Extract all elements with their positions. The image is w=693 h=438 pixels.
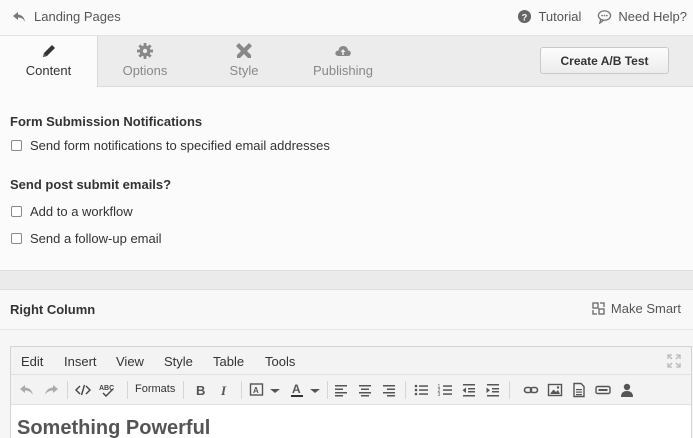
- tab-style[interactable]: Style: [195, 36, 293, 87]
- tab-content[interactable]: Content: [0, 36, 98, 88]
- svg-text:A: A: [253, 386, 259, 395]
- tab-options-label: Options: [122, 63, 168, 78]
- section-divider: [0, 270, 693, 290]
- gear-icon: [137, 43, 153, 59]
- help-links: ? Tutorial Need Help?: [517, 9, 687, 24]
- followup-checkbox[interactable]: [11, 233, 22, 244]
- menu-insert[interactable]: Insert: [64, 354, 97, 369]
- form-widget-icon[interactable]: [595, 382, 611, 398]
- cloud-upload-icon: [335, 46, 351, 56]
- document-icon[interactable]: [571, 382, 587, 398]
- menu-style[interactable]: Style: [164, 354, 193, 369]
- editor-content-heading[interactable]: Something Powerful: [17, 417, 210, 438]
- make-smart-link[interactable]: Make Smart: [592, 301, 681, 316]
- tab-options[interactable]: Options: [96, 36, 194, 87]
- toolbar-separator: [509, 381, 510, 399]
- toolbar-separator: [241, 381, 242, 399]
- need-help-label: Need Help?: [618, 9, 687, 24]
- right-column-title: Right Column: [10, 302, 96, 317]
- workflow-checkbox[interactable]: [11, 206, 22, 217]
- numbered-list-icon[interactable]: 123: [437, 382, 453, 398]
- tab-content-label: Content: [25, 63, 72, 78]
- undo-icon[interactable]: [19, 382, 35, 398]
- formats-dropdown[interactable]: Formats: [135, 383, 175, 395]
- followup-option-row: Send a follow-up email: [11, 231, 162, 246]
- make-smart-label: Make Smart: [610, 301, 681, 316]
- menu-table[interactable]: Table: [213, 354, 244, 369]
- chat-bubble-icon: [598, 10, 612, 24]
- form-notifications-title: Form Submission Notifications: [10, 114, 203, 129]
- bold-icon[interactable]: B: [193, 382, 209, 398]
- followup-option-label: Send a follow-up email: [30, 231, 162, 246]
- content-settings-panel: Form Submission Notifications Send form …: [0, 87, 693, 271]
- toolbar-separator: [327, 381, 328, 399]
- svg-text:?: ?: [522, 12, 528, 22]
- bullet-list-icon[interactable]: [413, 382, 429, 398]
- align-right-icon[interactable]: [381, 382, 397, 398]
- tab-style-label: Style: [229, 63, 259, 78]
- background-color-icon[interactable]: A: [249, 382, 265, 398]
- back-arrow-icon: [13, 11, 25, 22]
- workflow-option-row: Add to a workflow: [11, 204, 133, 219]
- need-help-link[interactable]: Need Help?: [597, 9, 687, 24]
- align-left-icon[interactable]: [333, 382, 349, 398]
- back-to-landing-pages-link[interactable]: Landing Pages: [12, 9, 121, 24]
- svg-text:I: I: [220, 383, 227, 398]
- editor-tab-bar: Content Options Style Publishing Create …: [0, 36, 693, 88]
- tab-publishing-label: Publishing: [313, 63, 373, 78]
- toolbar-separator: [127, 381, 128, 399]
- spellcheck-icon[interactable]: ABC: [99, 382, 115, 398]
- tools-icon: [236, 43, 252, 58]
- editor-menubar: Edit Insert View Style Table Tools: [11, 347, 691, 375]
- menu-tools[interactable]: Tools: [265, 354, 295, 369]
- menu-edit[interactable]: Edit: [21, 354, 43, 369]
- tab-publishing[interactable]: Publishing: [294, 36, 392, 87]
- indent-icon[interactable]: [485, 382, 501, 398]
- notifications-option-row: Send form notifications to specified ema…: [11, 138, 330, 153]
- source-code-icon[interactable]: [75, 382, 91, 398]
- workflow-option-label: Add to a workflow: [30, 204, 133, 219]
- fullscreen-icon[interactable]: [667, 354, 681, 368]
- outdent-icon[interactable]: [461, 382, 477, 398]
- notifications-checkbox[interactable]: [11, 140, 22, 151]
- tutorial-label: Tutorial: [538, 9, 582, 24]
- text-color-icon[interactable]: A: [289, 382, 305, 398]
- link-icon[interactable]: [523, 382, 539, 398]
- tutorial-link[interactable]: ? Tutorial: [517, 9, 581, 24]
- back-link-label: Landing Pages: [34, 9, 121, 24]
- redo-icon[interactable]: [43, 382, 59, 398]
- rich-text-editor: Edit Insert View Style Table Tools ABC F…: [10, 346, 692, 438]
- toolbar-separator: [67, 381, 68, 399]
- svg-text:3: 3: [438, 392, 441, 398]
- smart-content-icon: [592, 302, 605, 315]
- post-submit-title: Send post submit emails?: [10, 177, 172, 192]
- italic-icon[interactable]: I: [217, 382, 233, 398]
- menu-view[interactable]: View: [116, 354, 144, 369]
- align-center-icon[interactable]: [357, 382, 373, 398]
- pencil-icon: [42, 45, 55, 57]
- user-icon[interactable]: [619, 382, 635, 398]
- toolbar-separator: [405, 381, 406, 399]
- toolbar-separator: [183, 381, 184, 399]
- notifications-option-label: Send form notifications to specified ema…: [30, 138, 330, 153]
- svg-text:A: A: [292, 382, 301, 396]
- question-circle-icon: ?: [518, 9, 532, 24]
- create-ab-test-button[interactable]: Create A/B Test: [540, 47, 669, 74]
- svg-text:B: B: [196, 383, 205, 398]
- image-icon[interactable]: [547, 382, 563, 398]
- chevron-down-icon[interactable]: [267, 382, 283, 398]
- chevron-down-icon[interactable]: [307, 382, 323, 398]
- right-column-header: Right Column Make Smart: [0, 290, 693, 330]
- top-bar: Landing Pages ? Tutorial Need Help?: [0, 0, 693, 36]
- editor-toolbar: ABC Formats B I A A 123: [11, 375, 691, 405]
